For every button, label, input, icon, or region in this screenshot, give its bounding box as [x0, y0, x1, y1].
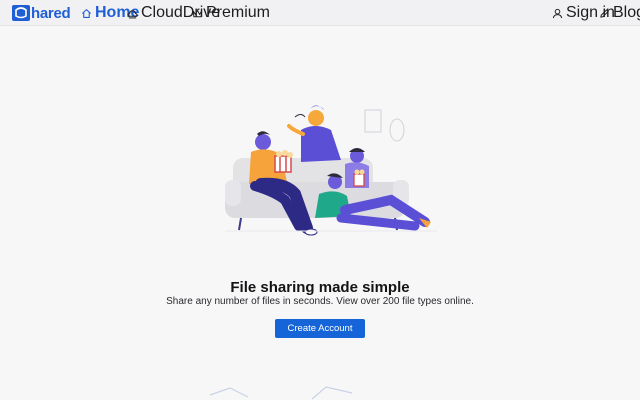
shared-logo[interactable]: hared [12, 4, 71, 22]
picture-frame [364, 109, 382, 133]
person-standing [287, 105, 341, 162]
home-icon [81, 8, 92, 18]
user-icon [552, 8, 563, 18]
nav-premium-label: Premium [206, 4, 271, 21]
cloud-icon [127, 9, 138, 18]
popcorn-bucket [274, 155, 292, 173]
nav-blog-label: Blog [613, 4, 640, 21]
decorative-file-illustration [209, 386, 353, 400]
crown-icon [192, 9, 203, 17]
top-navigation-bar: hared Home CloudDrive Premium Sign in Bl… [0, 0, 640, 26]
hero-headline: File sharing made simple [230, 279, 410, 296]
hero-illustration [225, 105, 437, 236]
pencil-icon [600, 8, 609, 18]
nav-premium[interactable]: Premium [192, 0, 270, 26]
hero-subtitle: Share any number of files in seconds. Vi… [166, 296, 474, 307]
logo-text: hared [31, 4, 71, 22]
person-sitting-right [345, 148, 369, 188]
create-account-button[interactable]: Create Account [275, 319, 365, 338]
oval-mirror [389, 118, 405, 142]
logo-mark-icon [12, 5, 30, 21]
nav-blog[interactable]: Blog [599, 0, 640, 26]
